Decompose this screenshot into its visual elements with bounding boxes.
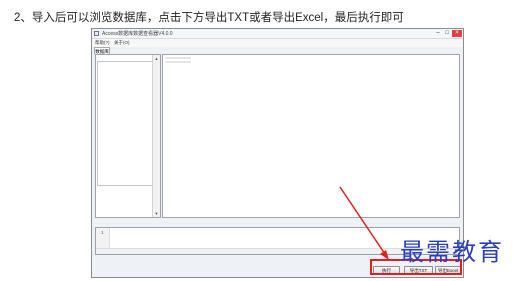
watermark-logo: 最需教育	[400, 238, 504, 266]
